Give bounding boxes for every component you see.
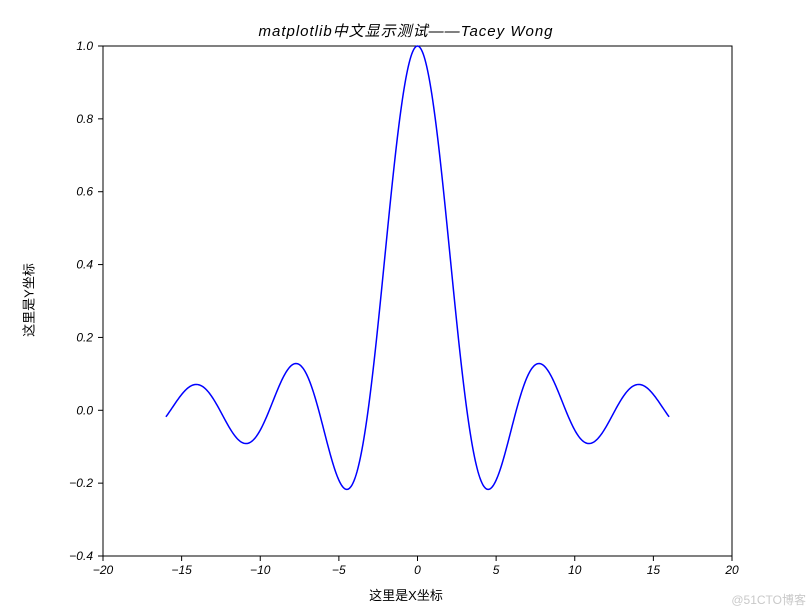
svg-text:0.2: 0.2 [76, 330, 93, 344]
svg-text:−0.2: −0.2 [69, 476, 93, 490]
watermark: @51CTO博客 [731, 591, 806, 608]
sinc-line [166, 46, 669, 489]
y-ticks: −0.4 −0.2 0.0 0.2 0.4 0.6 0.8 1.0 [69, 39, 103, 563]
svg-text:−15: −15 [171, 563, 192, 577]
svg-text:0.6: 0.6 [76, 185, 93, 199]
svg-text:20: 20 [724, 563, 739, 577]
svg-text:−20: −20 [93, 563, 114, 577]
svg-text:15: 15 [647, 563, 661, 577]
svg-text:1.0: 1.0 [76, 39, 93, 53]
svg-text:0.8: 0.8 [76, 112, 93, 126]
svg-text:0.4: 0.4 [76, 258, 93, 272]
svg-text:−0.4: −0.4 [69, 549, 93, 563]
svg-text:0.0: 0.0 [76, 403, 93, 417]
chart-container: matplotlib中文显示测试——Tacey Wong 这里是Y坐标 这里是X… [0, 0, 812, 612]
svg-text:−5: −5 [332, 563, 346, 577]
chart-svg: −20 −15 −10 −5 0 5 10 15 20 −0.4 −0.2 0.0 0.2 0.4 0.6… [0, 0, 812, 612]
svg-text:5: 5 [493, 563, 500, 577]
svg-text:0: 0 [414, 563, 421, 577]
x-ticks: −20 −15 −10 −5 0 5 10 15 20 [93, 556, 739, 577]
plot-frame [103, 46, 732, 556]
svg-text:10: 10 [568, 563, 582, 577]
svg-text:−10: −10 [250, 563, 271, 577]
